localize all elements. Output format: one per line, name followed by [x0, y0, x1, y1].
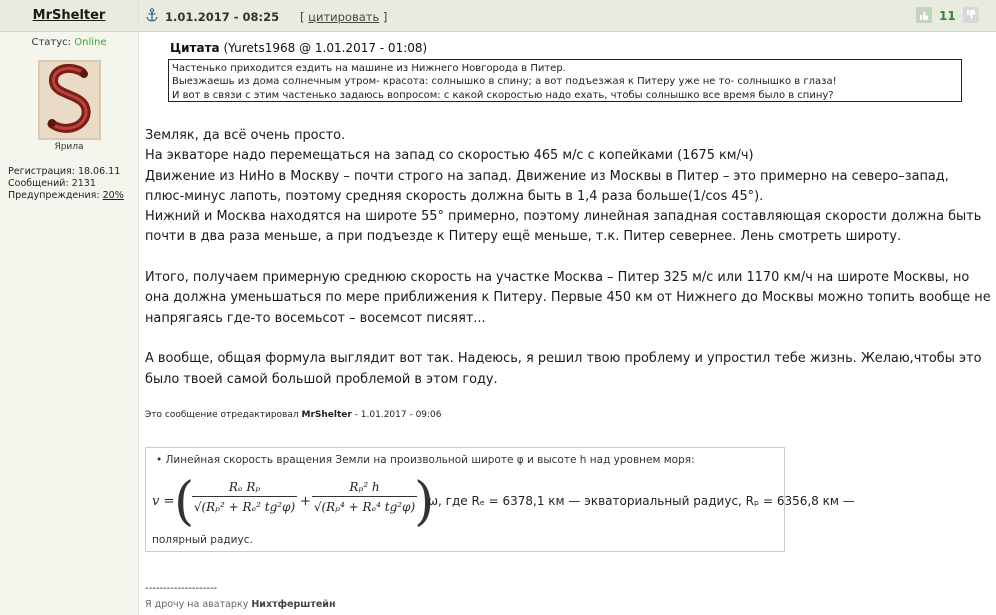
- fraction-2-numerator: Rₚ² h: [312, 480, 417, 497]
- signature-prefix: Я дрочу на аватарку: [145, 599, 249, 610]
- body-line: [145, 329, 995, 349]
- edited-note: Это сообщение отредактировал MrShelter -…: [145, 410, 442, 420]
- formula-omega: ω, где Rₑ = 6378,1 км — экваториальный р…: [428, 494, 855, 508]
- fraction-1-numerator: Rₑ Rₚ: [192, 480, 297, 497]
- body-line: Итого, получаем примерную среднюю скорос…: [145, 270, 970, 286]
- formula-fraction-1: Rₑ Rₚ √(Rₚ² + Rₑ² tg²φ): [192, 480, 297, 514]
- quote-button-label[interactable]: цитировать: [308, 10, 379, 24]
- body-line: Движение из НиНо в Москву – почти строго…: [145, 168, 949, 184]
- body-line: плюс-минус лапоть, поэтому средняя скоро…: [145, 188, 764, 204]
- formula-intro: • Линейная скорость вращения Земли на пр…: [156, 454, 695, 466]
- quote-box: Частенько приходится ездить на машине из…: [168, 59, 962, 102]
- formula-image: • Линейная скорость вращения Земли на пр…: [145, 447, 855, 552]
- post-date: 1.01.2017 - 08:25: [165, 10, 280, 24]
- formula-plus: +: [300, 494, 311, 509]
- quote-line: И вот в связи с этим частенько задаюсь в…: [172, 89, 834, 101]
- formula-tail: полярный радиус.: [152, 534, 253, 546]
- avatar-caption: Ярила: [54, 142, 84, 152]
- formula-fraction-2: Rₚ² h √(Rₚ⁴ + Rₑ⁴ tg²φ): [312, 480, 417, 514]
- messages-label: Сообщений:: [8, 178, 69, 189]
- warnings-label: Предупреждения:: [8, 190, 100, 201]
- quote-line: Частенько приходится ездить на машине из…: [172, 63, 566, 74]
- signature: Я дрочу на аватарку Нихтферштейн: [145, 599, 336, 610]
- body-line: она должна уменьшаться по мере приближен…: [145, 290, 991, 306]
- fraction-1-denominator: √(Rₚ² + Rₑ² tg²φ): [193, 500, 296, 514]
- thumb-up-icon[interactable]: [916, 7, 932, 23]
- quote-source: (Yurets1968 @ 1.01.2017 - 01:08): [223, 41, 428, 55]
- signature-name: Нихтферштейн: [251, 599, 336, 610]
- edited-by: MrShelter: [301, 410, 352, 420]
- fraction-2-denominator: √(Rₚ⁴ + Rₑ⁴ tg²φ): [313, 500, 416, 514]
- registration-value: 18.06.11: [77, 166, 121, 177]
- username-link[interactable]: MrShelter: [0, 8, 138, 23]
- registration-row: Регистрация: 18.06.11: [8, 166, 124, 178]
- warnings-link[interactable]: 20%: [103, 190, 124, 201]
- edited-prefix: Это сообщение отредактировал: [145, 410, 299, 420]
- edited-date: - 1.01.2017 - 09:06: [354, 410, 442, 420]
- quote-line: Выезжаешь из дома солнечным утром- красо…: [172, 76, 837, 88]
- body-line: напрягаясь где-то восемьсот – восемсот п…: [145, 310, 486, 326]
- status-label: Статус:: [31, 37, 72, 48]
- body-line: [145, 248, 995, 268]
- anchor-icon[interactable]: [145, 8, 159, 22]
- registration-label: Регистрация:: [8, 166, 75, 177]
- quote-title: Цитата (Yurets1968 @ 1.01.2017 - 01:08): [170, 41, 427, 55]
- body-line: На экваторе надо перемещаться на запад с…: [145, 148, 754, 164]
- body-line: Земляк, да всё очень просто.: [145, 128, 346, 143]
- body-line: было твоей самой большой проблемой в это…: [145, 371, 498, 387]
- body-line: А вообще, общая формула выглядит вот так…: [145, 351, 982, 367]
- user-stats: Регистрация: 18.06.11 Сообщений: 2131 Пр…: [8, 166, 124, 202]
- post-rating: 11: [939, 9, 956, 23]
- thumb-down-icon[interactable]: [963, 7, 979, 23]
- status-value: Online: [74, 37, 107, 48]
- user-status: Статус: Online: [0, 37, 138, 48]
- messages-value: 2131: [71, 178, 96, 189]
- post-body: Земляк, да всё очень просто. На экваторе…: [145, 126, 995, 390]
- messages-row: Сообщений: 2131: [8, 178, 124, 190]
- quote-label: Цитата: [170, 41, 220, 55]
- formula-equation: v = ( Rₑ Rₚ √(Rₚ² + Rₑ² tg²φ) + Rₚ² h √(…: [152, 472, 855, 534]
- avatar[interactable]: [38, 60, 101, 140]
- signature-separator: --------------------: [145, 583, 218, 594]
- warnings-row: Предупреждения: 20%: [8, 190, 124, 202]
- formula-v: v =: [152, 494, 175, 509]
- body-line: Нижний и Москва находятся на широте 55° …: [145, 209, 982, 225]
- quote-button[interactable]: [ цитировать ]: [300, 10, 387, 24]
- body-line: почти в два раза меньше, а при подъезде …: [145, 229, 902, 245]
